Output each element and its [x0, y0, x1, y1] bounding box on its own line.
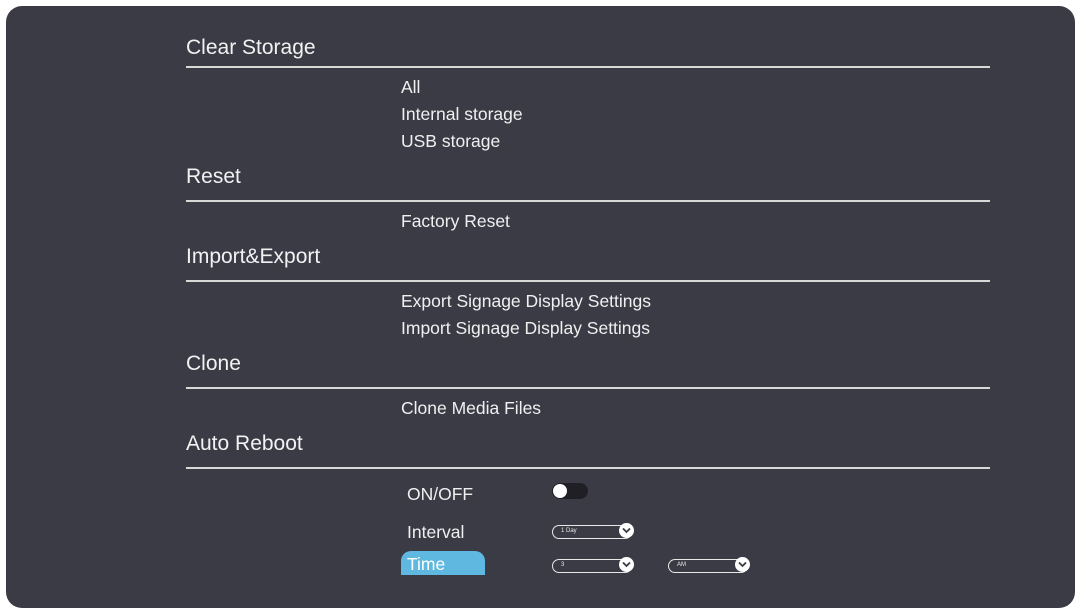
- divider: [186, 387, 990, 389]
- interval-label: Interval: [407, 522, 465, 542]
- section-title-clear-storage: Clear Storage: [186, 36, 316, 59]
- onoff-label: ON/OFF: [407, 484, 474, 504]
- divider: [186, 200, 990, 202]
- menu-item-factory-reset[interactable]: Factory Reset: [401, 210, 510, 232]
- time-label-selected[interactable]: Time: [401, 551, 485, 575]
- time-ampm-value: AM: [677, 562, 686, 568]
- menu-item-export-settings[interactable]: Export Signage Display Settings: [401, 290, 651, 312]
- toggle-knob: [553, 484, 567, 498]
- section-title-auto-reboot: Auto Reboot: [186, 432, 303, 455]
- divider: [186, 467, 990, 469]
- divider: [186, 66, 990, 68]
- interval-dropdown-value: 1 Day: [561, 528, 577, 534]
- chevron-down-icon: [735, 557, 750, 572]
- interval-dropdown[interactable]: 1 Day: [552, 523, 634, 539]
- chevron-down-icon: [619, 523, 634, 538]
- menu-item-internal-storage[interactable]: Internal storage: [401, 103, 523, 125]
- menu-item-usb-storage[interactable]: USB storage: [401, 130, 500, 152]
- settings-panel: Clear Storage All Internal storage USB s…: [6, 6, 1075, 608]
- time-ampm-dropdown[interactable]: AM: [668, 557, 750, 573]
- time-hour-dropdown[interactable]: 3: [552, 557, 634, 573]
- section-title-reset: Reset: [186, 165, 241, 188]
- auto-reboot-toggle[interactable]: [552, 483, 588, 499]
- menu-item-all[interactable]: All: [401, 76, 420, 98]
- chevron-down-icon: [619, 557, 634, 572]
- divider: [186, 280, 990, 282]
- section-title-import-export: Import&Export: [186, 245, 321, 268]
- section-title-clone: Clone: [186, 352, 241, 375]
- menu-item-import-settings[interactable]: Import Signage Display Settings: [401, 317, 650, 339]
- time-hour-value: 3: [561, 562, 565, 568]
- menu-item-clone-media-files[interactable]: Clone Media Files: [401, 397, 541, 419]
